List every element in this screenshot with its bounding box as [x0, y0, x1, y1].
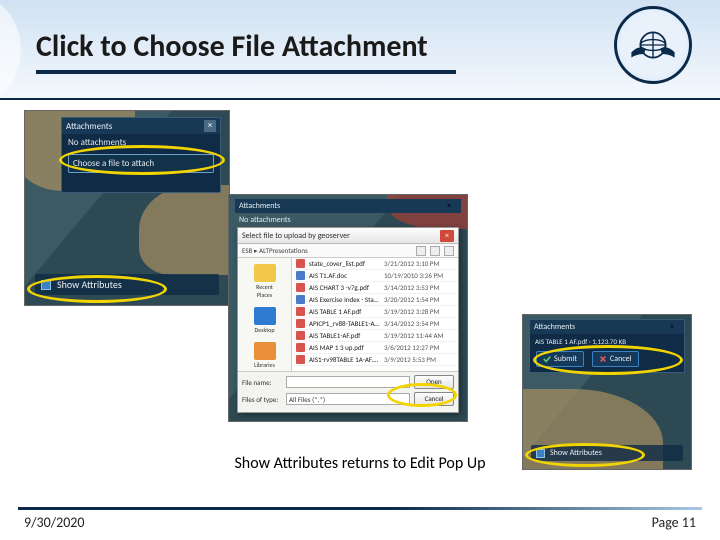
- dialog-bottom: File name: Open Files of type: All Files…: [238, 371, 458, 412]
- file-row: AIS Exercise Index - Status.xls3/20/2012…: [292, 294, 458, 306]
- choose-file-button[interactable]: Choose a file to attach: [68, 154, 214, 173]
- no-attachments-text: No attachments: [62, 134, 220, 152]
- attached-file-line: AIS TABLE 1 AF.pdf · 1,123.70 KB: [530, 334, 684, 349]
- title-underline: [36, 70, 456, 74]
- screenshot-file-dialog: Attachments × No attachments Select file…: [228, 194, 468, 422]
- file-open-dialog: Select file to upload by geoserver × ESB…: [237, 227, 459, 413]
- close-icon[interactable]: ×: [447, 201, 457, 211]
- attachments-header: Attachments: [239, 201, 280, 211]
- slide-title: Click to Choose File Attachment: [36, 28, 428, 65]
- place-libraries[interactable]: Libraries: [251, 342, 279, 369]
- attachments-header: Attachments: [534, 322, 575, 332]
- breadcrumb[interactable]: ESB ▸ ALTPresentations: [242, 246, 412, 255]
- attachments-header: Attachments: [66, 121, 112, 132]
- place-recent[interactable]: Recent Places: [251, 264, 279, 299]
- x-icon: [599, 355, 607, 363]
- globe-wings-icon: [626, 18, 680, 72]
- slide-header: Click to Choose File Attachment: [0, 0, 720, 100]
- open-button[interactable]: Open: [414, 375, 454, 389]
- file-list[interactable]: state_cover_list.pdf3/21/2012 3:10 PM AI…: [292, 258, 458, 371]
- submit-button[interactable]: Submit: [536, 351, 584, 367]
- file-row: state_cover_list.pdf3/21/2012 3:10 PM: [292, 258, 458, 270]
- file-row: APICP1_rv88-TABLE1-AF.pdf3/14/2012 3:54 …: [292, 318, 458, 330]
- dialog-nav-bar: ESB ▸ ALTPresentations: [238, 244, 458, 258]
- check-icon: [543, 355, 551, 363]
- show-attributes-row[interactable]: Show Attributes: [35, 274, 219, 295]
- back-icon[interactable]: [416, 246, 426, 256]
- file-row: AIS TABLE 1 AF.pdf3/19/2012 3:28 PM: [292, 306, 458, 318]
- slide-caption: Show Attributes returns to Edit Pop Up: [0, 454, 720, 473]
- attachments-header-bar: Attachments ×: [235, 199, 461, 213]
- filename-label: File name:: [242, 378, 282, 387]
- slide-content: Attachments × No attachments Choose a fi…: [0, 104, 720, 496]
- cancel-button[interactable]: Cancel: [592, 351, 639, 367]
- close-icon[interactable]: ×: [440, 230, 454, 242]
- file-row: AIS TABLE1-AF.pdf3/19/2012 11:44 AM: [292, 330, 458, 342]
- screenshot-attachments-panel: Attachments × No attachments Choose a fi…: [24, 110, 230, 306]
- dialog-title: Select file to upload by geoserver: [242, 231, 350, 241]
- view-icon[interactable]: [430, 246, 440, 256]
- slide-footer: 9/30/2020 Page 11: [0, 504, 720, 540]
- close-icon[interactable]: ×: [670, 322, 680, 332]
- cancel-button[interactable]: Cancel: [414, 392, 454, 406]
- attributes-icon: [41, 280, 51, 290]
- filetype-field[interactable]: All Files (*.*): [286, 393, 410, 405]
- filetype-label: Files of type:: [242, 395, 282, 404]
- file-row: AIS MAP 1 3 up.pdf3/6/2012 12:27 PM: [292, 342, 458, 354]
- attachments-panel: Attachments × AIS TABLE 1 AF.pdf · 1,123…: [529, 319, 685, 373]
- filename-field[interactable]: [286, 376, 410, 388]
- new-folder-icon[interactable]: [444, 246, 454, 256]
- file-row: AIS T1.AF.doc10/19/2010 3:26 PM: [292, 270, 458, 282]
- show-attributes-label: Show Attributes: [57, 278, 122, 291]
- footer-page: Page 11: [652, 514, 696, 531]
- attachments-panel: Attachments × No attachments Choose a fi…: [61, 117, 221, 193]
- no-attachments-text: No attachments: [239, 215, 291, 225]
- place-desktop[interactable]: Desktop: [251, 307, 279, 334]
- screenshot-submit-panel: Attachments × AIS TABLE 1 AF.pdf · 1,123…: [522, 314, 692, 470]
- close-icon[interactable]: ×: [204, 120, 216, 132]
- places-sidebar: Recent Places Desktop Libraries Computer: [238, 258, 292, 371]
- footer-date: 9/30/2020: [24, 514, 84, 531]
- file-row: AIS CHART 3 -v7g.pdf3/14/2012 3:53 PM: [292, 282, 458, 294]
- file-row: AIS1-rv98TABLE 1A-AF.pdf3/9/2012 5:53 PM: [292, 354, 458, 366]
- icao-logo: [614, 6, 692, 84]
